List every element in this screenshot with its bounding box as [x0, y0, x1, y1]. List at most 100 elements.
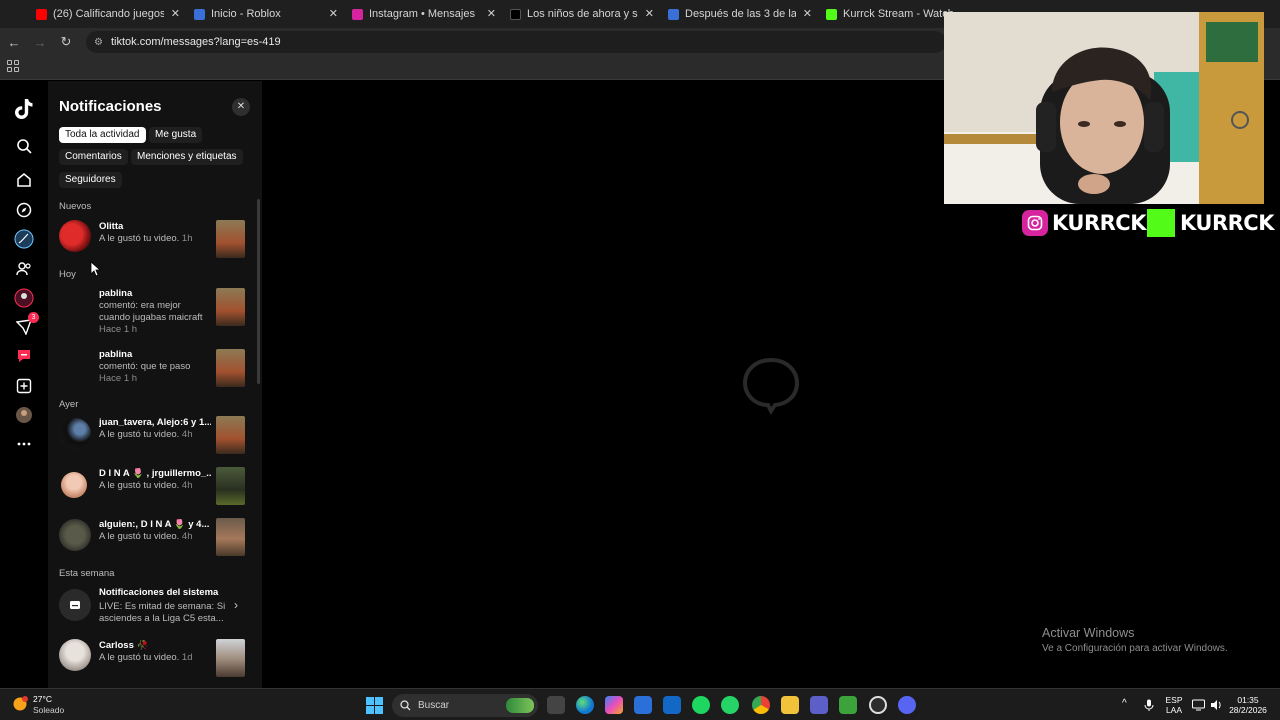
tiktok-logo-icon[interactable] — [12, 97, 36, 121]
watermark-subtitle: Ve a Configuración para activar Windows. — [1042, 643, 1228, 654]
upload-icon[interactable] — [12, 374, 36, 398]
system-avatar[interactable] — [59, 589, 91, 621]
instagram-handle: KURRCK — [1022, 207, 1146, 239]
file-explorer-icon[interactable] — [781, 696, 799, 714]
avatar[interactable] — [59, 639, 91, 671]
video-thumbnail[interactable] — [216, 349, 245, 387]
outlook-icon[interactable] — [663, 696, 681, 714]
video-thumbnail[interactable] — [216, 416, 245, 454]
forward-arrow-icon[interactable]: → — [28, 35, 52, 50]
edge-icon[interactable] — [576, 696, 594, 714]
notification-text: pablina comentó: era mejor cuando jugaba… — [99, 288, 211, 336]
browser-tab[interactable]: (26) Calificando juegos de robl ✕ — [28, 0, 186, 28]
watermark-title: Activar Windows — [1042, 626, 1135, 640]
video-thumbnail[interactable] — [216, 288, 245, 326]
notification-user[interactable]: juan_tavera, Alejo:6 y 1... — [99, 417, 211, 429]
notification-user[interactable]: Notificaciones del sistema — [99, 587, 227, 599]
close-tab-icon[interactable]: ✕ — [803, 7, 812, 20]
chrome-icon[interactable] — [752, 696, 770, 714]
explore-icon[interactable] — [12, 198, 36, 222]
notification-user[interactable]: Olitta — [99, 221, 211, 233]
avatar-icon[interactable] — [12, 403, 36, 427]
mouse-cursor-icon — [90, 261, 102, 277]
notification-user[interactable]: pablina — [99, 288, 211, 300]
tab-label: Instagram • Mensajes — [369, 8, 475, 20]
close-tab-icon[interactable]: ✕ — [487, 7, 496, 20]
notifications-title: Notificaciones — [59, 98, 162, 115]
avatar[interactable] — [61, 472, 87, 498]
search-icon[interactable] — [12, 134, 36, 158]
spotify-icon[interactable] — [692, 696, 710, 714]
discord-icon[interactable] — [898, 696, 916, 714]
video-thumbnail[interactable] — [216, 220, 245, 258]
teams-icon[interactable] — [810, 696, 828, 714]
avatar[interactable] — [59, 418, 91, 450]
instagram-favicon-icon — [352, 8, 363, 20]
notification-time: 4h — [181, 531, 193, 542]
notification-action: A le gustó tu video. — [99, 531, 180, 542]
filter-likes[interactable]: Me gusta — [149, 127, 203, 143]
network-icon[interactable] — [1192, 699, 1205, 711]
weather-condition: Soleado — [33, 705, 65, 715]
close-tab-icon[interactable]: ✕ — [645, 7, 654, 20]
copilot-icon[interactable] — [605, 696, 623, 714]
notification-user[interactable]: alguien:, D I N A 🌷 y 4... — [99, 519, 211, 531]
taskbar-search[interactable]: Buscar — [392, 694, 538, 717]
volume-icon[interactable] — [1210, 699, 1223, 711]
panel-scrollbar[interactable] — [257, 199, 260, 384]
url-field[interactable]: ⚙ tiktok.com/messages?lang=es-419 — [86, 31, 946, 53]
reload-icon[interactable]: ↻ — [54, 34, 78, 50]
live-icon[interactable] — [12, 227, 36, 251]
whatsapp-icon[interactable] — [721, 696, 739, 714]
more-icon[interactable] — [12, 432, 36, 456]
filter-mentions[interactable]: Menciones y etiquetas — [131, 149, 243, 165]
chevron-right-icon[interactable]: › — [234, 598, 238, 612]
search-placeholder: Buscar — [418, 700, 450, 711]
profile-icon[interactable] — [12, 286, 36, 310]
avatar[interactable] — [59, 519, 91, 551]
tiktok-favicon-icon — [510, 8, 521, 20]
apps-grid-icon[interactable] — [7, 60, 19, 72]
close-panel-icon[interactable]: ✕ — [232, 98, 250, 116]
language-indicator[interactable]: ESP LAA — [1164, 695, 1184, 715]
search-icon — [400, 700, 411, 711]
notification-text: juan_tavera, Alejo:6 y 1... A le gustó t… — [99, 417, 211, 441]
windows-start-icon[interactable] — [366, 697, 383, 714]
video-thumbnail[interactable] — [216, 467, 245, 505]
tiktok-side-rail: 3 — [0, 81, 48, 688]
messages-icon[interactable] — [12, 344, 36, 368]
browser-tab[interactable]: Después de las 3 de la mañana ✕ — [660, 0, 818, 28]
notification-user[interactable]: D I N A 🌷 , jrguillermo_... — [99, 468, 211, 480]
browser-tab[interactable]: Inicio - Roblox ✕ — [186, 0, 344, 28]
notification-user[interactable]: pablina — [99, 349, 211, 361]
url-text: tiktok.com/messages?lang=es-419 — [110, 36, 281, 48]
video-thumbnail[interactable] — [216, 639, 245, 677]
kick-handle: KURRCK — [1147, 207, 1274, 239]
home-icon[interactable] — [12, 168, 36, 192]
clock[interactable]: 01:35 28/2/2026 — [1228, 695, 1268, 715]
inbox-icon[interactable]: 3 — [12, 312, 39, 339]
task-view-icon[interactable] — [547, 696, 565, 714]
browser-tab-active[interactable]: Los niños de ahora y su humor ✕ — [502, 0, 660, 28]
close-tab-icon[interactable]: ✕ — [171, 7, 180, 20]
site-info-icon[interactable]: ⚙ — [94, 37, 103, 48]
notification-user[interactable]: Carloss 🥀 — [99, 640, 211, 652]
close-tab-icon[interactable]: ✕ — [329, 7, 338, 20]
inbox-badge: 3 — [28, 312, 39, 323]
store-icon[interactable] — [634, 696, 652, 714]
notification-action: A le gustó tu video. — [99, 429, 180, 440]
filter-followers[interactable]: Seguidores — [59, 172, 122, 188]
browser-tab[interactable]: Instagram • Mensajes ✕ — [344, 0, 502, 28]
minecraft-icon[interactable] — [839, 696, 857, 714]
back-arrow-icon[interactable]: ← — [2, 35, 26, 50]
tray-chevron-icon[interactable]: ^ — [1122, 699, 1127, 709]
notification-action: A le gustó tu video. — [99, 233, 180, 244]
obs-icon[interactable] — [869, 696, 887, 714]
following-icon[interactable] — [12, 257, 36, 281]
microphone-icon[interactable] — [1144, 699, 1154, 711]
section-new: Nuevos — [59, 201, 92, 212]
filter-comments[interactable]: Comentarios — [59, 149, 128, 165]
filter-all-activity[interactable]: Toda la actividad — [59, 127, 146, 143]
video-thumbnail[interactable] — [216, 518, 245, 556]
avatar[interactable] — [59, 220, 91, 252]
